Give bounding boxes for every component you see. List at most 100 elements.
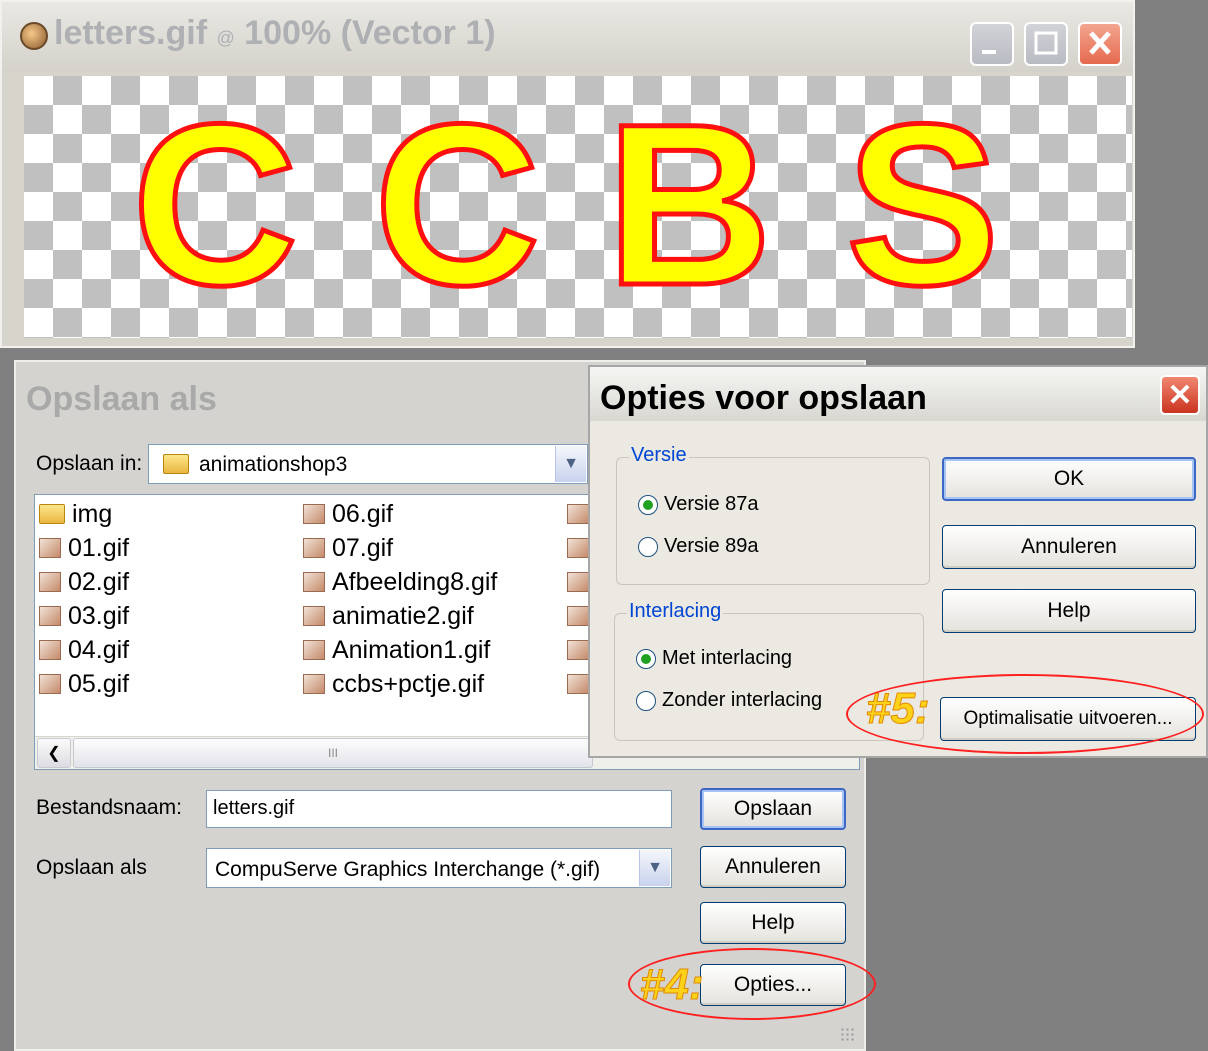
list-item[interactable]: 01.gif [39,533,129,563]
radio-selected-icon [636,648,656,669]
list-item[interactable] [567,533,589,562]
list-item[interactable] [567,601,589,630]
image-window-title: letters.gif @ 100% (Vector 1) [54,14,496,53]
file-name: animatie2.gif [331,601,474,630]
close-button[interactable]: ✕ [1160,375,1200,415]
chevron-left-icon: ❮ [47,745,61,762]
gif-file-icon [303,640,325,661]
radio-icon [636,690,656,711]
file-name: 03.gif [67,601,130,630]
list-item[interactable] [567,669,589,698]
file-name: 06.gif [331,499,394,528]
canvas-letter: B [603,76,774,333]
list-item[interactable]: 06.gif [303,499,393,529]
gif-file-icon [303,572,325,593]
radio-selected-icon [638,494,658,515]
canvas-letter: C [371,76,542,333]
scroll-thumb[interactable]: III [73,738,593,768]
radio-label: Versie 89a [664,535,759,557]
gif-file-icon [39,538,61,559]
image-filename: letters.gif [54,14,208,52]
without-interlacing-radio[interactable]: Zonder interlacing [636,689,822,712]
file-name: 07.gif [331,533,394,562]
app-icon [20,22,48,50]
help-button[interactable]: Help [700,902,846,944]
gif-file-icon [567,606,589,627]
step-5-annotation: #5: [866,684,931,734]
gif-file-icon [567,538,589,559]
chevron-down-icon[interactable]: ▼ [555,446,586,482]
maximize-icon [1034,31,1058,55]
list-item[interactable] [567,567,589,596]
list-item[interactable] [567,635,589,664]
scroll-left-button[interactable]: ❮ [37,738,71,768]
version-87a-radio[interactable]: Versie 87a [638,493,759,516]
gif-file-icon [39,606,61,627]
gif-file-icon [567,504,589,525]
gif-file-icon [39,674,61,695]
radio-label: Met interlacing [662,647,793,669]
title-zoom: 100% (Vector 1) [244,14,496,52]
options-titlebar[interactable]: Opties voor opslaan ✕ [590,367,1206,421]
list-item[interactable]: img [39,499,112,529]
ok-button[interactable]: OK [942,457,1196,501]
list-item[interactable]: 03.gif [39,601,129,631]
close-icon: ✕ [1167,378,1193,412]
list-item[interactable]: ccbs+pctje.gif [303,669,484,699]
radio-icon [638,536,658,557]
file-type-value: CompuServe Graphics Interchange (*.gif) [215,858,601,881]
image-window-titlebar[interactable]: letters.gif @ 100% (Vector 1) [2,2,1133,72]
file-name: 02.gif [67,567,130,596]
canvas-letter: C [129,76,300,333]
list-item[interactable] [567,499,589,528]
chevron-down-icon[interactable]: ▼ [639,850,670,886]
title-at-sign: @ [216,28,235,48]
gif-file-icon [39,640,61,661]
resize-grip[interactable] [840,1027,856,1043]
cancel-button[interactable]: Annuleren [942,525,1196,569]
save-in-dropdown[interactable]: animationshop3 ▼ [148,444,588,484]
options-dialog-title: Opties voor opslaan [600,379,927,417]
minimize-icon [982,50,996,54]
file-type-dropdown[interactable]: CompuServe Graphics Interchange (*.gif) … [206,848,672,888]
filename-label: Bestandsnaam: [36,796,182,819]
filename-input[interactable]: letters.gif [206,790,672,828]
version-89a-radio[interactable]: Versie 89a [638,535,759,558]
folder-icon [39,504,65,525]
gif-file-icon [303,674,325,695]
image-canvas[interactable]: C C B S [24,76,1132,338]
list-item[interactable]: Afbeelding8.gif [303,567,497,597]
gif-file-icon [303,504,325,525]
with-interlacing-radio[interactable]: Met interlacing [636,647,792,670]
gif-file-icon [303,538,325,559]
folder-icon [163,454,189,474]
cancel-button[interactable]: Annuleren [700,846,846,888]
save-in-label: Opslaan in: [36,452,143,475]
file-name: ccbs+pctje.gif [331,669,485,698]
close-icon [1089,31,1111,55]
maximize-button[interactable] [1024,22,1068,66]
radio-label: Zonder interlacing [662,689,823,711]
save-button[interactable]: Opslaan [700,788,846,830]
version-group-label: Versie [629,444,689,467]
file-type-label: Opslaan als [36,856,147,879]
file-name: img [71,499,113,528]
file-name: 01.gif [67,533,130,562]
list-item[interactable]: animatie2.gif [303,601,474,631]
gif-file-icon [567,640,589,661]
file-name: 04.gif [67,635,130,664]
close-button[interactable] [1078,22,1122,66]
gif-file-icon [567,572,589,593]
gif-file-icon [567,674,589,695]
list-item[interactable]: Animation1.gif [303,635,490,665]
file-name: Animation1.gif [331,635,491,664]
canvas-letter: S [843,76,1001,333]
list-item[interactable]: 04.gif [39,635,129,665]
help-button[interactable]: Help [942,589,1196,633]
gif-file-icon [303,606,325,627]
list-item[interactable]: 05.gif [39,669,129,699]
list-item[interactable]: 02.gif [39,567,129,597]
list-item[interactable]: 07.gif [303,533,393,563]
minimize-button[interactable] [970,22,1014,66]
file-name: Afbeelding8.gif [331,567,498,596]
